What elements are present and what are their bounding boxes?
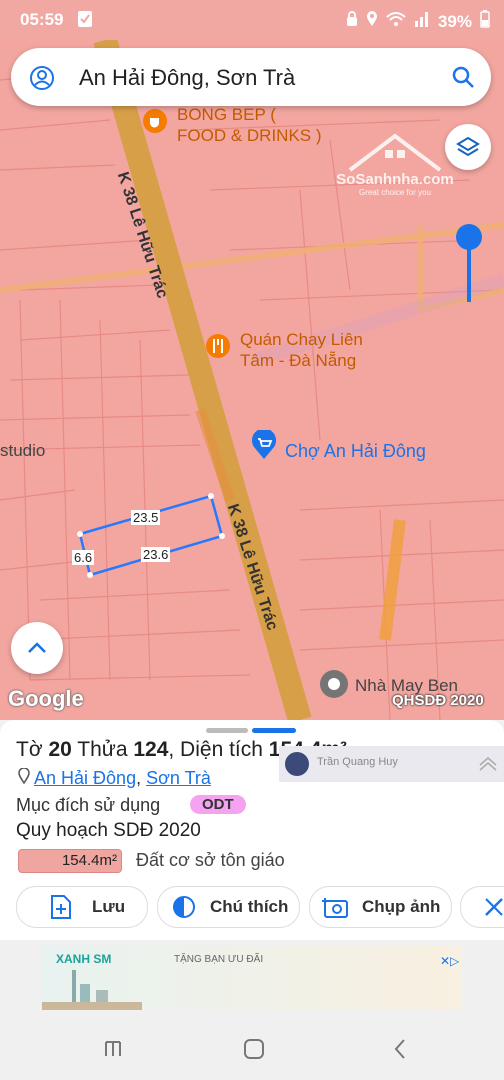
sosanhnha-watermark: SoSanhnha.com Great choice for you — [330, 132, 460, 197]
restaurant-icon[interactable] — [142, 108, 168, 139]
ruler-icon — [485, 898, 503, 916]
account-icon[interactable] — [29, 65, 55, 96]
poi-bong-bep[interactable]: BONG BEP ( FOOD & DRINKS ) — [177, 104, 322, 146]
poi-bong-bep-line2: FOOD & DRINKS ) — [177, 126, 322, 145]
save-button[interactable]: Lưu — [16, 886, 148, 928]
sheet-handle-left[interactable] — [206, 728, 248, 733]
search-query[interactable]: An Hải Đông, Sơn Trà — [79, 65, 295, 91]
food-icon[interactable] — [205, 333, 231, 364]
system-nav-bar — [0, 1018, 504, 1080]
watermark-tag: Great choice for you — [358, 188, 432, 197]
battery-icon — [480, 10, 490, 33]
ad-text: TẶNG BẠN ƯU ĐÃI — [174, 954, 264, 965]
photo-label: Chụp ảnh — [362, 897, 441, 916]
photo-button[interactable]: Chụp ảnh — [309, 886, 452, 928]
expand-up-button[interactable] — [11, 622, 63, 674]
plan-label: Quy hoạch SDĐ 2020 — [16, 820, 201, 841]
overlay-user-name: Trần Quang Huy — [317, 756, 398, 768]
title-thua-label: Thửa — [71, 738, 134, 761]
contrast-icon — [173, 896, 195, 918]
search-bar[interactable]: An Hải Đông, Sơn Trà — [11, 48, 491, 106]
download-icon — [78, 11, 92, 32]
user-overlay: Trần Quang Huy — [279, 746, 504, 782]
poi-quan-chay-line2: Tâm - Đà Nẵng — [240, 351, 357, 370]
plan-area-chip: 154.4m² — [18, 849, 122, 873]
plan-type: Đất cơ sở tôn giáo — [136, 850, 285, 870]
home-icon — [479, 756, 497, 777]
link-an-hai-dong[interactable]: An Hải Đông — [34, 768, 136, 788]
ad-area: XANH SM TẶNG BẠN ƯU ĐÃI ✕▷ — [0, 940, 504, 1018]
shopping-cart-icon[interactable] — [250, 428, 278, 465]
city-skyline-image — [42, 970, 142, 1010]
google-logo: Google — [8, 686, 84, 711]
title-thua-num: 124 — [133, 738, 169, 761]
layers-button[interactable] — [445, 124, 491, 170]
poi-bong-bep-line1: BONG BEP ( — [177, 105, 276, 124]
plan-area: 154.4m² — [61, 852, 117, 869]
avatar — [285, 752, 309, 776]
title-to-num: 20 — [48, 738, 72, 761]
parcel-dim-top: 23.5 — [131, 510, 161, 525]
location-pin-icon — [18, 767, 30, 785]
ad-banner[interactable]: XANH SM TẶNG BẠN ƯU ĐÃI ✕▷ — [42, 946, 462, 1010]
layers-icon — [456, 136, 480, 157]
battery-text: 39% — [437, 11, 472, 31]
link-son-tra[interactable]: Sơn Trà — [146, 768, 211, 788]
legend-label: Chú thích — [210, 897, 289, 916]
add-file-icon — [51, 895, 71, 919]
search-icon[interactable] — [451, 65, 475, 94]
title-dt-label: , Diện tích — [168, 738, 269, 761]
opacity-slider-handle[interactable] — [456, 224, 482, 250]
status-bar: 05:59 39% — [0, 0, 504, 40]
place-pin-icon[interactable] — [319, 669, 349, 704]
legend-button[interactable]: Chú thích — [157, 886, 300, 928]
save-label: Lưu — [92, 897, 126, 916]
camera-add-icon — [322, 898, 348, 918]
location-icon — [366, 11, 378, 32]
parcel-dim-left: 6.6 — [72, 550, 95, 565]
signal-icon — [414, 11, 430, 32]
qhsdd-label: QHSDĐ 2020 — [392, 692, 484, 709]
measure-button[interactable] — [460, 886, 504, 928]
house-logo-icon — [348, 133, 442, 172]
poi-cho-an-hai-dong[interactable]: Chợ An Hải Đông — [285, 441, 426, 462]
title-to-label: Tờ — [16, 738, 49, 761]
status-icons: 39% — [346, 10, 490, 33]
poi-quan-chay-line1: Quán Chay Liên — [240, 330, 363, 349]
status-time: 05:59 — [20, 10, 64, 29]
map-view[interactable]: 23.5 23.6 6.6 K 38 Lê Hữu Trác K 38 Lê H… — [0, 40, 504, 720]
recent-apps-icon[interactable] — [103, 1038, 123, 1063]
watermark-brand: SoSanhnha.com — [336, 171, 454, 188]
label-studio: studio — [0, 441, 46, 460]
parcel-dim-bottom: 23.6 — [141, 547, 171, 562]
chevron-up-icon — [28, 642, 46, 653]
location-sep: , — [136, 768, 147, 788]
poi-quan-chay[interactable]: Quán Chay Liên Tâm - Đà Nẵng — [240, 329, 363, 371]
lock-icon — [346, 11, 358, 32]
ad-brand: XANH SM — [56, 952, 112, 966]
home-button-icon[interactable] — [243, 1038, 265, 1065]
back-icon[interactable] — [393, 1038, 407, 1065]
info-sheet: Tờ 20 Thửa 124, Diện tích 154.4m² An Hải… — [0, 720, 504, 940]
purpose-label: Mục đích sử dụng — [16, 795, 161, 815]
sheet-handle-right[interactable] — [252, 728, 296, 733]
ad-close-icon[interactable]: ✕▷ — [440, 954, 459, 968]
purpose-badge: ODT — [190, 795, 246, 814]
location-row: An Hải Đông, Sơn Trà — [18, 767, 211, 789]
wifi-icon — [386, 11, 406, 32]
